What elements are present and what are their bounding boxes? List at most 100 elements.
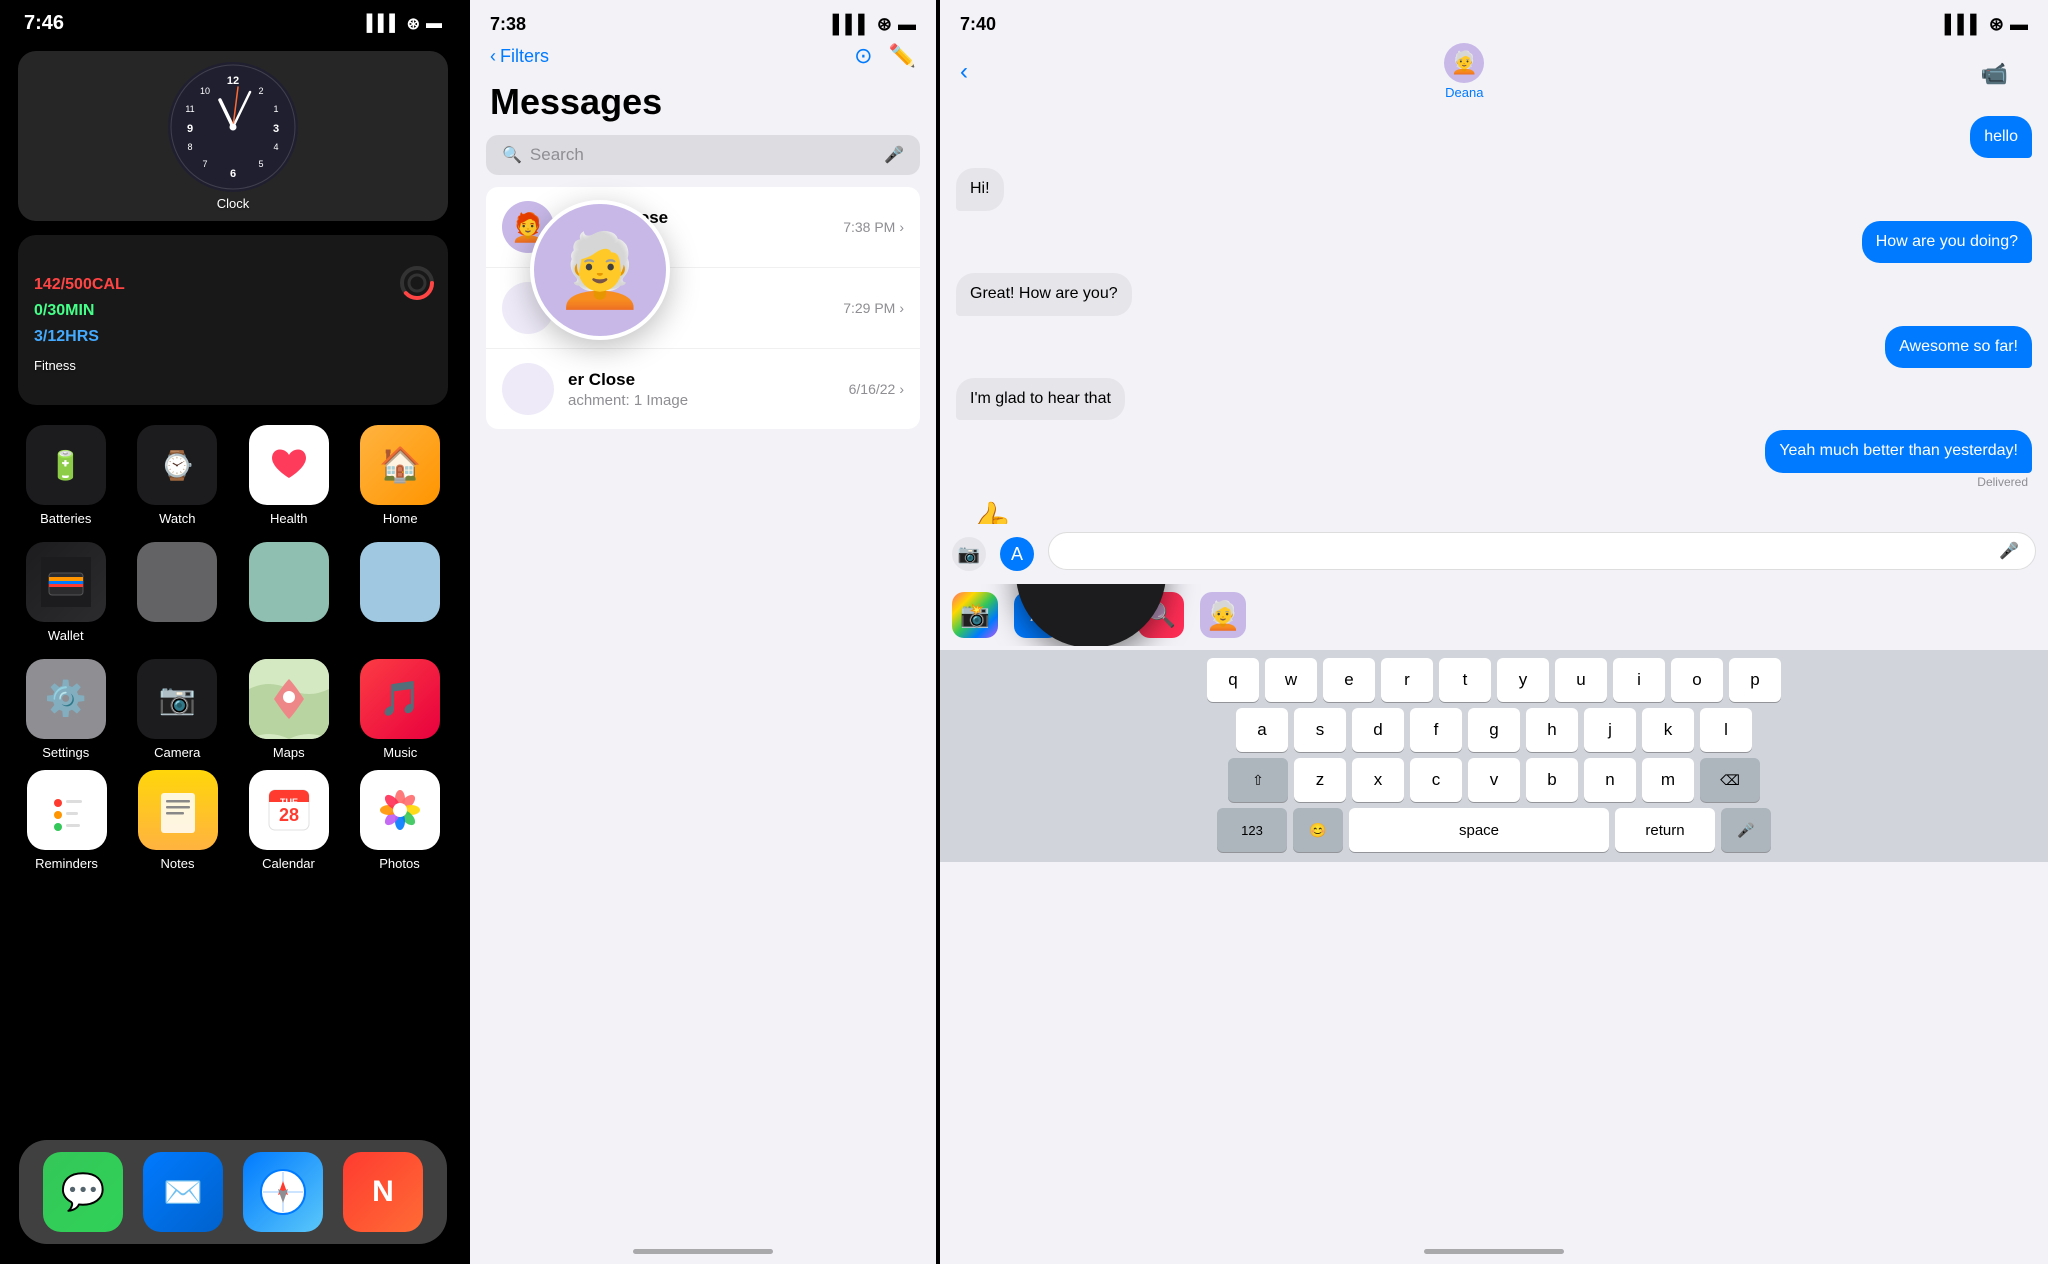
key-c[interactable]: c	[1410, 758, 1462, 802]
search-icon: 🔍	[502, 145, 522, 165]
messages-title: Messages	[470, 77, 936, 135]
watch-label: Watch	[159, 511, 195, 526]
svg-text:11: 11	[185, 104, 194, 114]
notes-app[interactable]: Notes	[129, 770, 226, 871]
conversation-item-3[interactable]: er Close achment: 1 Image 6/16/22 ›	[486, 349, 920, 429]
dock-safari[interactable]	[243, 1152, 323, 1232]
key-v[interactable]: v	[1468, 758, 1520, 802]
key-emoji[interactable]: 😊	[1293, 808, 1343, 852]
key-delete[interactable]: ⌫	[1700, 758, 1760, 802]
fitness-widget[interactable]: 142/500CAL 0/30MIN 3/12HRS Fitness	[18, 235, 448, 405]
messages-status-icons: ▌▌▌ ⊛ ▬	[833, 14, 916, 35]
clock-widget[interactable]: 12 3 6 9 2 1 4 5 10 11 8 7	[18, 51, 448, 221]
photos-imessage-icon[interactable]: 📸	[952, 592, 998, 638]
key-y[interactable]: y	[1497, 658, 1549, 702]
key-mic[interactable]: 🎤	[1721, 808, 1771, 852]
reminders-app[interactable]: Reminders	[18, 770, 115, 871]
compose-icon[interactable]: ✏️	[889, 43, 916, 69]
camera-toolbar-icon[interactable]: 📷	[952, 537, 986, 571]
calendar-app[interactable]: 28 TUE Calendar	[240, 770, 337, 871]
key-l[interactable]: l	[1700, 708, 1752, 752]
app-placeholder1[interactable]	[241, 542, 337, 643]
svg-text:TUE: TUE	[280, 797, 298, 807]
maps-app[interactable]: Maps	[241, 659, 337, 760]
apple-cash-label: Cash	[1067, 584, 1116, 585]
health-app[interactable]: Health	[241, 425, 337, 526]
search-placeholder: Search	[530, 145, 584, 165]
camera-app[interactable]: 📷 Camera	[130, 659, 226, 760]
battery-icon: ▬	[426, 15, 442, 33]
key-i[interactable]: i	[1613, 658, 1665, 702]
memoji-imessage-icon[interactable]: 🧑‍🦳	[1200, 592, 1246, 638]
music-app[interactable]: 🎵 Music	[353, 659, 449, 760]
key-g[interactable]: g	[1468, 708, 1520, 752]
batteries-app[interactable]: 🔋 Batteries	[18, 425, 114, 526]
svg-text:2: 2	[258, 86, 263, 96]
key-a[interactable]: a	[1236, 708, 1288, 752]
chat-back-button[interactable]: ‹	[960, 58, 968, 86]
filters-back-button[interactable]: ‹ Filters	[490, 46, 549, 67]
key-o[interactable]: o	[1671, 658, 1723, 702]
video-call-icon[interactable]: 📹	[1961, 53, 2028, 91]
key-d[interactable]: d	[1352, 708, 1404, 752]
key-x[interactable]: x	[1352, 758, 1404, 802]
key-h[interactable]: h	[1526, 708, 1578, 752]
key-w[interactable]: w	[1265, 658, 1317, 702]
key-r[interactable]: r	[1381, 658, 1433, 702]
key-p[interactable]: p	[1729, 658, 1781, 702]
key-f[interactable]: f	[1410, 708, 1462, 752]
home-time: 7:46	[24, 12, 64, 35]
dock-messages[interactable]: 💬	[43, 1152, 123, 1232]
appstore-toolbar-icon[interactable]: A	[1000, 537, 1034, 571]
svg-text:12: 12	[227, 75, 239, 87]
messages-status-bar: 7:38 ▌▌▌ ⊛ ▬	[470, 0, 936, 35]
clock-label: Clock	[217, 196, 250, 211]
key-e[interactable]: e	[1323, 658, 1375, 702]
key-return[interactable]: return	[1615, 808, 1715, 852]
notes-label: Notes	[161, 856, 195, 871]
chat-home-indicator	[1424, 1249, 1564, 1254]
home-screen-panel: 7:46 ▌▌▌ ⊛ ▬ 12 3 6 9 2 1 4	[0, 0, 466, 1264]
key-space[interactable]: space	[1349, 808, 1609, 852]
chat-wifi-icon: ⊛	[1989, 14, 2004, 35]
dock-news[interactable]: N	[343, 1152, 423, 1232]
music-label: Music	[383, 745, 417, 760]
iMessage-app-row: 📸 A Cash 🔍 🧑‍🦳	[952, 584, 2036, 646]
settings-app[interactable]: ⚙️ Settings	[18, 659, 114, 760]
keyboard-row3: ⇧ z x c v b n m ⌫	[944, 758, 2044, 802]
bubble-awesome: Awesome so far!	[1885, 326, 2032, 368]
key-q[interactable]: q	[1207, 658, 1259, 702]
watch-app[interactable]: ⌚ Watch	[130, 425, 226, 526]
search-bar[interactable]: 🔍 Search 🎤	[486, 135, 920, 175]
message-input[interactable]: 🎤	[1048, 532, 2036, 570]
key-m[interactable]: m	[1642, 758, 1694, 802]
key-n[interactable]: n	[1584, 758, 1636, 802]
key-123[interactable]: 123	[1217, 808, 1287, 852]
chat-contact[interactable]: 🧑‍🦳 Deana	[1444, 43, 1484, 100]
dock-mail[interactable]: ✉️	[143, 1152, 223, 1232]
avatar-3	[502, 363, 554, 415]
key-z[interactable]: z	[1294, 758, 1346, 802]
key-t[interactable]: t	[1439, 658, 1491, 702]
microphone-input-icon[interactable]: 🎤	[1999, 541, 2019, 561]
wallet-app[interactable]: Wallet	[18, 542, 114, 643]
chat-signal-icon: ▌▌▌	[1945, 14, 1983, 35]
home-app[interactable]: 🏠 Home	[353, 425, 449, 526]
message-hi: Hi!	[956, 168, 2032, 210]
microphone-icon[interactable]: 🎤	[884, 145, 904, 165]
dots-icon[interactable]: ⊙	[854, 43, 872, 69]
key-s[interactable]: s	[1294, 708, 1346, 752]
message-hello: hello	[956, 116, 2032, 158]
key-shift[interactable]: ⇧	[1228, 758, 1288, 802]
svg-text:10: 10	[200, 86, 210, 96]
watch-app2[interactable]	[130, 542, 226, 643]
app-placeholder2[interactable]	[353, 542, 449, 643]
key-j[interactable]: j	[1584, 708, 1636, 752]
chevron-right-icon-3: ›	[899, 381, 904, 397]
key-k[interactable]: k	[1642, 708, 1694, 752]
back-chevron-icon: ‹	[490, 46, 496, 67]
svg-text:1: 1	[273, 104, 278, 114]
key-b[interactable]: b	[1526, 758, 1578, 802]
photos-app[interactable]: Photos	[351, 770, 448, 871]
key-u[interactable]: u	[1555, 658, 1607, 702]
